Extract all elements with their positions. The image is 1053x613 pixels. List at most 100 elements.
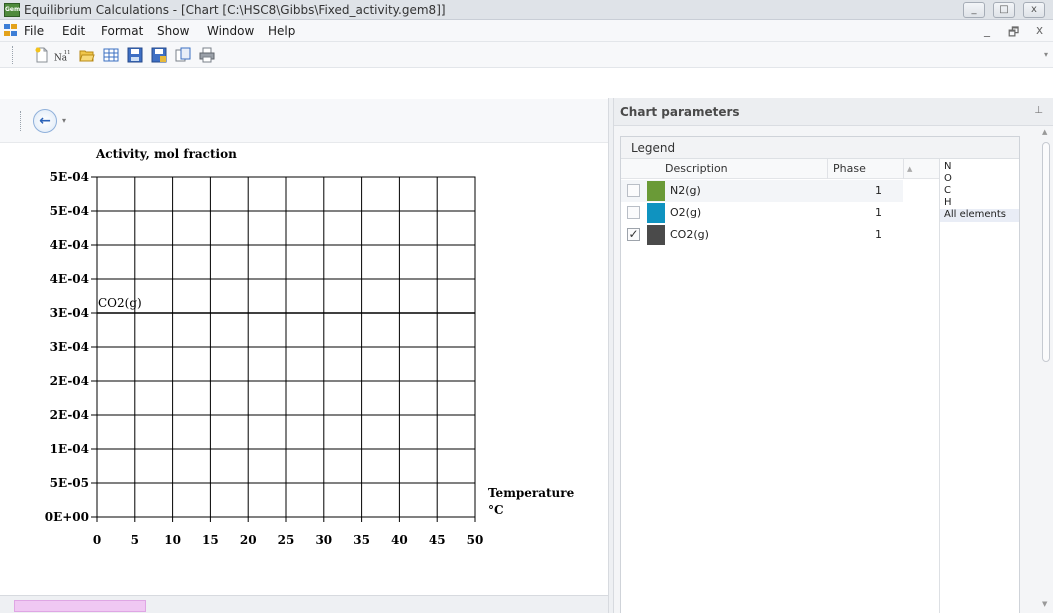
menu-bar: File Edit Format Show Window Help _ 🗗 x [0,20,1053,42]
panel-scrollbar[interactable]: ▲ ▼ [1039,126,1053,613]
x-tick-label: 45 [429,533,446,547]
status-bar [0,595,608,613]
menu-file[interactable]: File [24,24,44,38]
nav-grip[interactable] [20,111,22,131]
legend-color-swatch[interactable] [647,181,665,201]
status-progress-bar [14,600,146,612]
legend-row-phase: 1 [875,184,882,197]
series-label: CO2(g) [98,296,142,310]
legend-color-swatch[interactable] [647,203,665,223]
back-dropdown-icon[interactable]: ▾ [62,116,66,125]
save-icon[interactable] [127,47,143,63]
toolbar: Na 11 ▾ [0,42,1053,68]
x-axis-ticks: 0 5 10 15 20 25 30 35 40 45 50 [93,533,484,547]
x-tick-label: 25 [278,533,295,547]
legend-row-phase: 1 [875,206,882,219]
legend-row-phase: 1 [875,228,882,241]
svg-text:11: 11 [64,50,70,56]
back-arrow-icon[interactable]: ← [33,109,57,133]
window-title: Equilibrium Calculations - [Chart [C:\HS… [24,3,446,17]
x-tick-label: 30 [315,533,332,547]
mdi-close-button[interactable]: x [1036,23,1043,37]
close-button[interactable]: x [1023,2,1045,18]
panel-title: Chart parameters [620,105,740,119]
x-tick-label: 50 [467,533,484,547]
chart-parameters-panel: Chart parameters ⊥ Legend Description Ph… [614,98,1053,613]
print-icon[interactable] [199,47,215,63]
y-tick-label: 3E-04 [50,306,89,320]
maximize-button[interactable]: □ [993,2,1015,18]
column-phase[interactable]: Phase [833,162,866,175]
y-tick-label: 2E-04 [50,408,89,422]
x-tick-label: 15 [202,533,219,547]
table-icon[interactable] [103,47,119,63]
menu-edit[interactable]: Edit [62,24,85,38]
x-tick-label: 10 [164,533,181,547]
x-tick-label: 5 [131,533,139,547]
legend-row[interactable]: N2(g) 1 [621,180,903,202]
chart-grid [91,176,476,522]
title-bar: Gem Equilibrium Calculations - [Chart [C… [0,0,1053,20]
mdi-window-icon[interactable] [4,24,18,37]
x-tick-label: 40 [391,533,408,547]
new-file-icon[interactable] [34,47,50,63]
pin-icon[interactable]: ⊥ [1034,105,1043,116]
legend-row[interactable]: ✓ CO2(g) 1 [621,224,903,246]
menu-help[interactable]: Help [268,24,295,38]
grid-scroll-up-icon[interactable]: ▲ [907,165,912,173]
element-item-n[interactable]: N [940,161,1019,173]
x-tick-label: 20 [240,533,257,547]
y-tick-label: 5E-05 [50,476,89,490]
activity-chart[interactable]: 0E+00 5E-05 1E-04 2E-04 2E-04 3E-04 3E-04 4E-04… [0,143,608,583]
legend-row-checkbox[interactable]: ✓ [627,228,640,241]
scroll-down-icon[interactable]: ▼ [1042,600,1047,608]
mdi-restore-button[interactable]: 🗗 [1008,23,1019,44]
toolbar-grip[interactable] [12,46,14,64]
legend-row-checkbox[interactable] [627,206,640,219]
open-folder-icon[interactable] [79,47,95,63]
save-as-icon[interactable] [151,47,167,63]
navigation-bar: ← ▾ [0,99,608,143]
x-axis-label: Temperature [488,486,575,500]
x-tick-label: 35 [353,533,370,547]
elements-icon[interactable]: Na 11 [54,47,70,63]
toolbar-overflow-icon[interactable]: ▾ [1039,42,1053,68]
scroll-up-icon[interactable]: ▲ [1042,128,1047,136]
y-tick-label: 5E-04 [50,170,89,184]
element-item-h[interactable]: H [940,197,1019,209]
element-item-o[interactable]: O [940,173,1019,185]
legend-color-swatch[interactable] [647,225,665,245]
menu-window[interactable]: Window [207,24,254,38]
legend-row-description: O2(g) [670,206,702,219]
y-tick-label: 4E-04 [50,272,89,286]
legend-group: Legend Description Phase ▲ N2(g) 1 O2(g)… [620,136,1020,613]
legend-row-checkbox[interactable] [627,184,640,197]
y-tick-label: 1E-04 [50,442,89,456]
column-divider [827,159,828,179]
x-tick-label: 0 [93,533,101,547]
column-description[interactable]: Description [665,162,728,175]
legend-grid-header: Description Phase [621,159,939,179]
y-tick-label: 0E+00 [45,510,89,524]
elements-list: N O C H All elements [939,159,1019,613]
y-tick-label: 4E-04 [50,238,89,252]
copy-icon[interactable] [175,47,191,63]
x-axis-unit: °C [488,503,504,517]
y-axis-ticks: 0E+00 5E-05 1E-04 2E-04 2E-04 3E-04 3E-04 4E-04… [45,170,89,524]
y-tick-label: 5E-04 [50,204,89,218]
menu-show[interactable]: Show [157,24,189,38]
column-divider [903,159,904,179]
element-item-c[interactable]: C [940,185,1019,197]
minimize-button[interactable]: _ [963,2,985,18]
menu-format[interactable]: Format [101,24,143,38]
app-logo-icon: Gem [4,3,20,17]
legend-row-description: N2(g) [670,184,701,197]
legend-row[interactable]: O2(g) 1 [621,202,903,224]
legend-title: Legend [621,137,1019,159]
element-item-all[interactable]: All elements [940,209,1019,222]
y-tick-label: 3E-04 [50,340,89,354]
mdi-minimize-button[interactable]: _ [984,23,990,37]
scroll-thumb[interactable] [1042,142,1050,362]
y-axis-label: Activity, mol fraction [95,147,237,161]
panel-header: Chart parameters ⊥ [614,98,1053,126]
